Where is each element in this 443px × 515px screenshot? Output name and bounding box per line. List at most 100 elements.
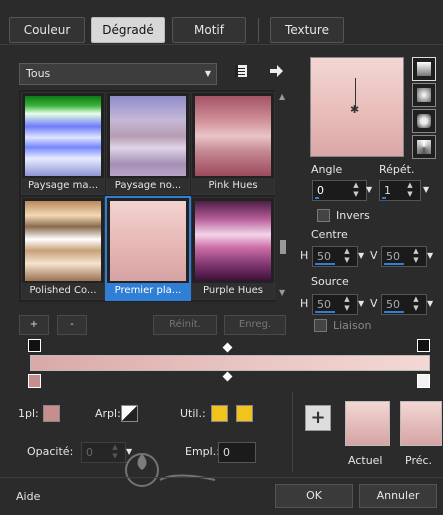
radial-gradient-type-button[interactable] xyxy=(412,83,436,107)
preset-swatch xyxy=(25,201,101,281)
angle-dropdown-button[interactable]: ▼ xyxy=(366,180,372,199)
center-v-spinner[interactable]: 50 ▲ ▼ xyxy=(381,246,427,267)
preset-label: Pink Hues xyxy=(192,178,274,194)
gradient-preview[interactable]: ✱ xyxy=(310,57,404,157)
center-h-spinner[interactable]: 50 ▲ ▼ xyxy=(312,246,358,267)
add-preset-button[interactable]: + xyxy=(19,315,49,335)
midpoint-marker-bottom[interactable] xyxy=(222,371,233,382)
preset-swatch xyxy=(195,201,271,281)
invert-label: Invers xyxy=(336,209,370,222)
arpl-label: Arpl: xyxy=(95,407,121,420)
invert-checkbox[interactable] xyxy=(317,209,330,222)
center-h-label: H xyxy=(300,249,309,262)
tab-degrade[interactable]: Dégradé xyxy=(91,17,165,43)
preset-swatch xyxy=(195,96,271,176)
cancel-button[interactable]: Annuler xyxy=(359,484,437,508)
link-checkbox[interactable] xyxy=(314,319,327,332)
palette-icon[interactable] xyxy=(233,63,249,79)
preset-scrollbar[interactable]: ▲ ▼ xyxy=(277,90,289,302)
plus-icon: + xyxy=(310,407,326,428)
value-bar xyxy=(315,197,319,199)
repeat-spinner[interactable]: 1 ▲ ▼ xyxy=(379,180,421,201)
opacity-label: Opacité: xyxy=(27,445,74,458)
preset-thumb[interactable]: Pink Hues xyxy=(191,92,275,195)
spin-arrows[interactable]: ▲ ▼ xyxy=(337,247,357,266)
preset-thumb[interactable]: Polished Co... xyxy=(21,197,105,300)
repeat-dropdown-button[interactable]: ▼ xyxy=(423,180,429,199)
gradient-editor-bar[interactable] xyxy=(30,355,430,371)
swatch-panel-divider xyxy=(292,392,293,472)
spin-arrows[interactable]: ▲ ▼ xyxy=(406,247,426,266)
stop-marker-bottom-left[interactable] xyxy=(28,374,41,388)
stop-marker-top-left[interactable] xyxy=(28,339,41,352)
linear-gradient-type-button[interactable] xyxy=(412,57,436,81)
preset-thumb[interactable]: Paysage no... xyxy=(106,92,190,195)
reset-preset-button[interactable]: Réinit. xyxy=(153,315,217,335)
tab-couleur[interactable]: Couleur xyxy=(9,17,85,43)
gradient-category-dropdown[interactable]: Tous ▼ xyxy=(19,63,217,85)
preset-thumb[interactable]: Paysage ma... xyxy=(21,92,105,195)
center-v-label: V xyxy=(370,249,378,262)
sunburst-gradient-type-button[interactable] xyxy=(412,135,436,159)
previous-gradient-swatch[interactable] xyxy=(400,401,442,446)
ok-button[interactable]: OK xyxy=(275,484,353,508)
add-swatch-button[interactable]: + xyxy=(305,405,331,431)
first-plan-label: 1pl: xyxy=(18,407,39,420)
value-bar xyxy=(384,311,404,313)
center-v-dropdown-button[interactable]: ▼ xyxy=(427,246,433,265)
util-swatch-1[interactable] xyxy=(211,405,228,422)
footer-separator xyxy=(0,477,443,478)
tab-texture[interactable]: Texture xyxy=(270,17,344,43)
util-label: Util.: xyxy=(180,407,206,420)
source-label: Source xyxy=(311,275,349,288)
center-label: Centre xyxy=(311,228,348,241)
repeat-value: 1 xyxy=(384,184,391,197)
tab-divider xyxy=(258,18,259,42)
scroll-up-icon[interactable]: ▲ xyxy=(279,92,285,101)
spin-arrows[interactable]: ▲ ▼ xyxy=(400,181,420,200)
preset-swatch xyxy=(110,96,186,176)
empl-field[interactable]: 0 xyxy=(218,442,256,463)
stop-marker-top-right[interactable] xyxy=(417,339,430,352)
first-plan-swatch[interactable] xyxy=(43,405,60,422)
angle-label: Angle xyxy=(311,163,343,176)
save-preset-button[interactable]: Enreg. xyxy=(224,315,286,335)
spin-arrows[interactable]: ▲ ▼ xyxy=(337,295,357,314)
preset-label: Purple Hues xyxy=(192,283,274,299)
value-bar xyxy=(315,263,335,265)
spin-arrows[interactable]: ▲ ▼ xyxy=(346,181,366,200)
value-bar xyxy=(382,197,386,199)
value-bar xyxy=(315,311,335,313)
midpoint-marker-top[interactable] xyxy=(222,342,233,353)
tab-separator xyxy=(0,44,443,45)
dropdown-value: Tous xyxy=(26,67,51,80)
util-swatch-2[interactable] xyxy=(236,405,253,422)
previous-swatch-label: Préc. xyxy=(405,454,433,467)
value-bar xyxy=(384,263,404,265)
stop-marker-bottom-right[interactable] xyxy=(417,374,430,388)
arrow-right-icon[interactable] xyxy=(268,63,284,79)
preset-thumb-selected[interactable]: Premier pla... xyxy=(105,196,191,301)
center-h-dropdown-button[interactable]: ▼ xyxy=(358,246,364,265)
scroll-thumb[interactable] xyxy=(280,240,286,254)
arpl-swatch[interactable] xyxy=(121,405,138,422)
center-v-value: 50 xyxy=(386,250,400,263)
tab-motif[interactable]: Motif xyxy=(172,17,246,43)
preset-swatch xyxy=(110,201,186,281)
source-v-dropdown-button[interactable]: ▼ xyxy=(427,294,433,313)
spin-arrows[interactable]: ▲ ▼ xyxy=(406,295,426,314)
preset-thumb[interactable]: Purple Hues xyxy=(191,197,275,300)
opacity-value: 0 xyxy=(86,446,93,459)
scroll-down-icon[interactable]: ▼ xyxy=(279,288,285,297)
source-h-dropdown-button[interactable]: ▼ xyxy=(358,294,364,313)
star-icon[interactable]: ✱ xyxy=(350,103,359,116)
current-gradient-swatch[interactable] xyxy=(345,401,390,446)
repeat-label: Répét. xyxy=(379,163,415,176)
rectangular-gradient-type-button[interactable] xyxy=(412,109,436,133)
angle-spinner[interactable]: 0 ▲ ▼ xyxy=(312,180,367,201)
source-v-spinner[interactable]: 50 ▲ ▼ xyxy=(381,294,427,315)
watermark-logo xyxy=(112,440,222,500)
help-link[interactable]: Aide xyxy=(16,490,40,503)
source-h-spinner[interactable]: 50 ▲ ▼ xyxy=(312,294,358,315)
remove-preset-button[interactable]: - xyxy=(57,315,87,335)
